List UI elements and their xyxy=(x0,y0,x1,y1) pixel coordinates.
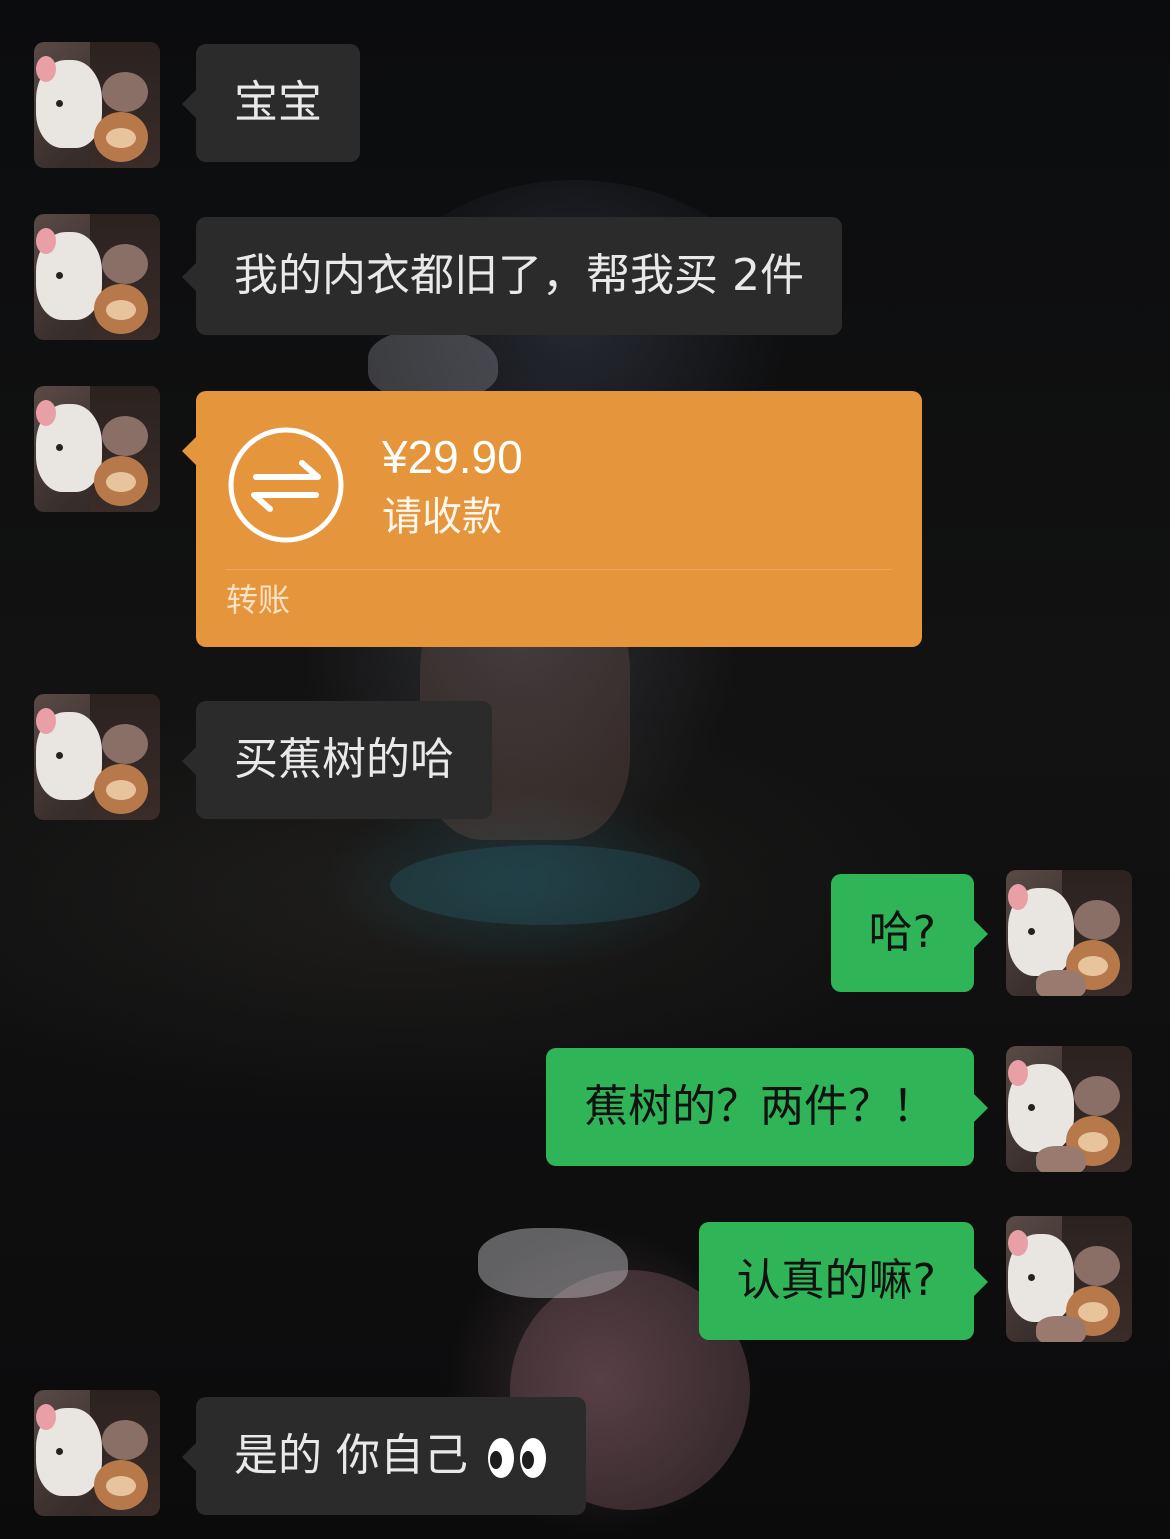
eyes-emoji xyxy=(488,1438,546,1478)
self-avatar[interactable] xyxy=(1006,1216,1132,1342)
self-avatar[interactable] xyxy=(1006,1046,1132,1172)
contact-avatar[interactable] xyxy=(34,42,160,168)
background-doll-base xyxy=(390,845,700,925)
avatar-bear-face xyxy=(1078,1302,1108,1322)
message-text: 是的 你自己 xyxy=(234,1430,468,1481)
avatar-bear-face xyxy=(1078,956,1108,976)
message-bubble-incoming[interactable]: 买蕉树的哈 xyxy=(182,701,492,819)
message-text: 我的内衣都旧了，帮我买 2件 xyxy=(234,250,804,301)
avatar-sheep-eye xyxy=(1028,1104,1035,1111)
avatar-sheep-ear xyxy=(1008,884,1028,910)
avatar-face xyxy=(102,1420,148,1460)
avatar-sheep-eye xyxy=(56,272,63,279)
avatar-sheep-ear xyxy=(1008,1230,1028,1256)
message-bubble-incoming[interactable]: 是的 你自己 xyxy=(182,1397,586,1515)
avatar-bear-face xyxy=(106,780,136,800)
message-text: 认真的嘛? xyxy=(736,1255,936,1306)
transfer-footer-label: 转账 xyxy=(226,581,291,619)
avatar-sheep-eye xyxy=(56,752,63,759)
avatar-face xyxy=(1074,1246,1120,1286)
transfer-arrows-icon xyxy=(228,427,344,543)
contact-avatar[interactable] xyxy=(34,214,160,340)
message-bubble-outgoing[interactable]: 哈? xyxy=(830,874,989,992)
contact-avatar[interactable] xyxy=(34,1390,160,1516)
avatar-sheep-eye xyxy=(56,444,63,451)
message-bubble-outgoing[interactable]: 认真的嘛? xyxy=(698,1222,989,1340)
avatar-bear-face xyxy=(106,1476,136,1496)
avatar-sheep-ear xyxy=(36,228,56,254)
message-text: 蕉树的？两件？！ xyxy=(584,1081,936,1132)
message-text: 买蕉树的哈 xyxy=(234,734,454,785)
avatar-hand xyxy=(1036,1146,1086,1172)
avatar-sheep-ear xyxy=(36,400,56,426)
message-bubble-outgoing[interactable]: 蕉树的？两件？！ xyxy=(546,1048,988,1166)
avatar-bear-face xyxy=(106,300,136,320)
transfer-status: 请收款 xyxy=(382,494,502,540)
transfer-amount: ¥29.90 xyxy=(382,431,523,483)
avatar-sheep-eye xyxy=(1028,928,1035,935)
background-cat-figure xyxy=(368,330,498,400)
message-bubble-incoming[interactable]: 我的内衣都旧了，帮我买 2件 xyxy=(182,217,842,335)
avatar-hand xyxy=(1036,970,1086,996)
avatar-sheep-ear xyxy=(36,1404,56,1430)
message-bubble-incoming[interactable]: 宝宝 xyxy=(182,44,360,162)
avatar-bear-face xyxy=(106,472,136,492)
transfer-divider xyxy=(226,569,892,570)
avatar-face xyxy=(102,72,148,112)
self-avatar[interactable] xyxy=(1006,870,1132,996)
avatar-sheep-eye xyxy=(1028,1274,1035,1281)
avatar-face xyxy=(1074,1076,1120,1116)
avatar-bear-face xyxy=(1078,1132,1108,1152)
background-cat-figure xyxy=(478,1228,628,1298)
contact-avatar[interactable] xyxy=(34,694,160,820)
avatar-sheep-ear xyxy=(36,56,56,82)
avatar-hand xyxy=(1036,1316,1086,1342)
avatar-sheep-ear xyxy=(1008,1060,1028,1086)
avatar-sheep-eye xyxy=(56,1448,63,1455)
avatar-face xyxy=(102,244,148,284)
avatar-face xyxy=(102,416,148,456)
message-text: 宝宝 xyxy=(234,77,322,128)
contact-avatar[interactable] xyxy=(34,386,160,512)
avatar-face xyxy=(102,724,148,764)
transfer-card[interactable]: ¥29.90 请收款 转账 xyxy=(182,391,922,647)
avatar-bear-face xyxy=(106,128,136,148)
message-text: 哈? xyxy=(868,907,936,958)
avatar-sheep-ear xyxy=(36,708,56,734)
avatar-sheep-eye xyxy=(56,100,63,107)
avatar-face xyxy=(1074,900,1120,940)
